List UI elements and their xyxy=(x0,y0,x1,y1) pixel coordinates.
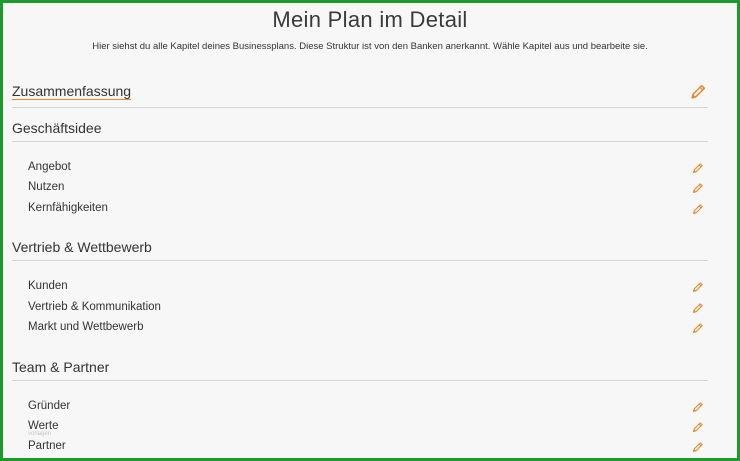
pencil-icon[interactable] xyxy=(692,441,704,453)
chapter-item-nutzen[interactable]: Nutzen xyxy=(28,181,64,193)
pencil-icon[interactable] xyxy=(692,401,704,413)
pencil-icon[interactable] xyxy=(692,322,704,334)
section-title-vertrieb-wettbewerb: Vertrieb & Wettbewerb xyxy=(12,239,152,255)
chapter-item-vertrieb-kommunikation[interactable]: Vertrieb & Kommunikation xyxy=(28,301,161,313)
chapter-summary-link[interactable]: Zusammenfassung xyxy=(12,83,131,99)
chapter-item-kunden[interactable]: Kunden xyxy=(28,280,68,292)
page-title: Mein Plan im Detail xyxy=(272,7,468,32)
chapter-item-gruender[interactable]: Gründer xyxy=(28,400,70,412)
chapter-item-partner[interactable]: Partner xyxy=(28,440,66,452)
chapter-item-kernfaehigkeiten[interactable]: Kernfähigkeiten xyxy=(28,202,108,214)
pencil-icon[interactable] xyxy=(692,421,704,433)
divider xyxy=(12,260,708,261)
pencil-icon[interactable] xyxy=(692,162,704,174)
pencil-icon[interactable] xyxy=(692,182,704,194)
chapter-item-werte[interactable]: Werte xyxy=(28,420,58,432)
pencil-icon[interactable] xyxy=(690,83,707,100)
divider xyxy=(12,380,708,381)
pencil-icon[interactable] xyxy=(692,302,704,314)
page-subtitle: Hier siehst du alle Kapitel deines Busin… xyxy=(92,41,648,52)
pencil-icon[interactable] xyxy=(692,203,704,215)
chapter-item-markt-wettbewerb[interactable]: Markt und Wettbewerb xyxy=(28,321,143,333)
pencil-icon[interactable] xyxy=(692,281,704,293)
chapter-item-angebot[interactable]: Angebot xyxy=(28,161,71,173)
divider xyxy=(12,107,708,108)
section-title-geschaeftsidee: Geschäftsidee xyxy=(12,120,102,136)
divider xyxy=(12,141,708,142)
section-title-team-partner: Team & Partner xyxy=(12,359,110,375)
plan-detail-page: Mein Plan im Detail Hier siehst du alle … xyxy=(3,3,737,458)
